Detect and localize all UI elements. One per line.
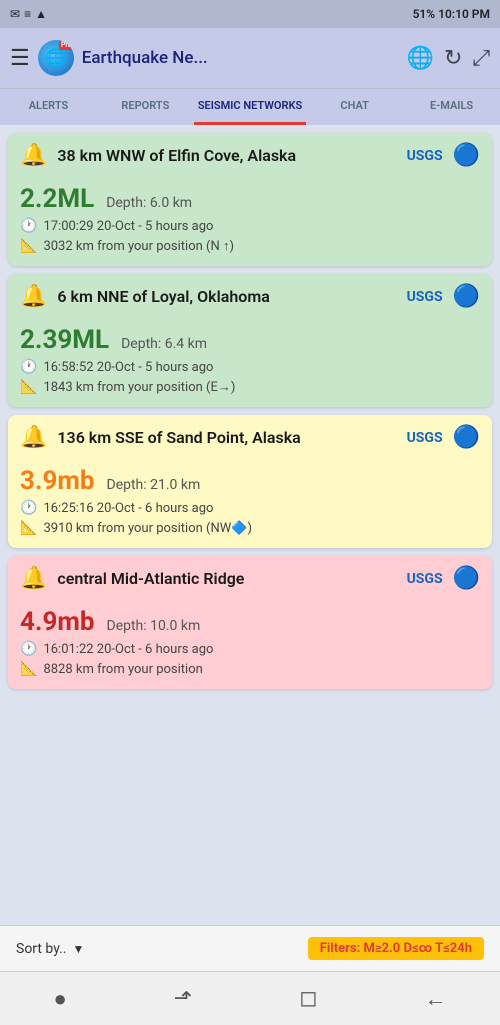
earthquake-source-1[interactable]: USGS [407, 148, 443, 164]
earthquake-card-1[interactable]: 🔔 38 km WNW of Elfin Cove, Alaska USGS 🔵… [8, 133, 492, 266]
depth-2: Depth: 6.4 km [121, 336, 207, 352]
share-button-3[interactable]: 🔵 [453, 425, 480, 450]
earthquake-source-2[interactable]: USGS [407, 289, 443, 305]
refresh-icon[interactable]: ↻ [444, 46, 462, 71]
magnitude-3: 3.9mb [20, 466, 95, 496]
depth-4: Depth: 10.0 km [107, 618, 201, 634]
header-action-icons: 🌐 ↻ ⤢ [407, 46, 490, 71]
sort-dropdown-icon[interactable]: ▼ [73, 942, 85, 956]
hamburger-menu-button[interactable]: ☰ [10, 46, 30, 71]
location-icon-1: 📐 [20, 238, 37, 254]
menu-status-icon: ≡ [24, 7, 31, 21]
magnitude-1: 2.2ML [20, 184, 94, 214]
back-nav-icon[interactable]: ← [424, 986, 446, 1012]
app-title: Earthquake Ne... [82, 48, 399, 68]
earthquake-title-2: 6 km NNE of Loyal, Oklahoma [57, 287, 396, 306]
status-bar: ✉ ≡ ▲ 51% 10:10 PM [0, 0, 500, 28]
earthquake-source-3[interactable]: USGS [407, 430, 443, 446]
sort-selector[interactable]: Sort by.. ▼ [16, 941, 84, 957]
earthquake-title-3: 136 km SSE of Sand Point, Alaska [57, 428, 396, 447]
status-right: 51% 10:10 PM [413, 7, 490, 21]
earthquake-alert-icon-3: 🔔 [20, 425, 47, 450]
status-left-icons: ✉ ≡ ▲ [10, 7, 47, 21]
clock-icon-3: 🕐 [20, 500, 37, 516]
time-3: 16:25:16 20-Oct - 6 hours ago [43, 501, 213, 516]
distance-4: 8828 km from your position [43, 662, 202, 677]
sort-filter-bar: Sort by.. ▼ Filters: M≥2.0 D≤∞ T≤24h [0, 925, 500, 971]
battery-text: 51% 10:10 PM [413, 7, 490, 21]
magnitude-4: 4.9mb [20, 607, 95, 637]
share-button-1[interactable]: 🔵 [453, 143, 480, 168]
overview-nav-icon[interactable]: ◻ [299, 986, 317, 1011]
location-icon-3: 📐 [20, 520, 37, 536]
tab-seismic-networks[interactable]: SEISMIC NETWORKS [194, 89, 306, 125]
depth-1: Depth: 6.0 km [106, 195, 192, 211]
tab-alerts[interactable]: ALERTS [0, 89, 97, 125]
filter-badge[interactable]: Filters: M≥2.0 D≤∞ T≤24h [308, 937, 484, 960]
clock-icon-4: 🕐 [20, 641, 37, 657]
earthquake-source-4[interactable]: USGS [407, 571, 443, 587]
earthquake-card-4[interactable]: 🔔 central Mid-Atlantic Ridge USGS 🔵 4.9m… [8, 556, 492, 689]
filter-text-rest: D≤∞ T≤24h [400, 941, 472, 956]
earthquake-list: 🔔 38 km WNW of Elfin Cove, Alaska USGS 🔵… [0, 125, 500, 925]
location-icon-4: 📐 [20, 661, 37, 677]
sort-label: Sort by.. [16, 941, 67, 957]
earthquake-alert-icon-1: 🔔 [20, 143, 47, 168]
filter-text-prefix: Filters: M≥ [320, 941, 382, 956]
tab-chat[interactable]: CHAT [306, 89, 403, 125]
mail-icon: ✉ [10, 7, 20, 21]
nav-bar: ● ⬏ ◻ ← [0, 971, 500, 1025]
tab-reports[interactable]: REPORTS [97, 89, 194, 125]
expand-icon[interactable]: ⤢ [472, 46, 490, 71]
earthquake-alert-icon-4: 🔔 [20, 566, 47, 591]
tab-emails[interactable]: E-MAILS [403, 89, 500, 125]
location-icon-2: 📐 [20, 379, 37, 395]
home-nav-icon[interactable]: ● [54, 986, 67, 1012]
earthquake-card-2[interactable]: 🔔 6 km NNE of Loyal, Oklahoma USGS 🔵 2.3… [8, 274, 492, 407]
pro-badge: Pro [59, 40, 74, 50]
earthquake-title-1: 38 km WNW of Elfin Cove, Alaska [57, 146, 396, 165]
time-4: 16:01:22 20-Oct - 6 hours ago [43, 642, 213, 657]
recent-apps-nav-icon[interactable]: ⬏ [174, 986, 192, 1011]
globe-icon[interactable]: 🌐 [407, 46, 434, 71]
time-1: 17:00:29 20-Oct - 5 hours ago [43, 219, 213, 234]
distance-2: 1843 km from your position (E→) [43, 379, 235, 395]
clock-icon-1: 🕐 [20, 218, 37, 234]
distance-3: 3910 km from your position (NW🔷) [43, 521, 252, 536]
header: ☰ 🌐 Pro Earthquake Ne... 🌐 ↻ ⤢ [0, 28, 500, 88]
magnitude-2: 2.39ML [20, 325, 109, 355]
hamburger-icon: ☰ [10, 46, 30, 71]
share-button-2[interactable]: 🔵 [453, 284, 480, 309]
earthquake-alert-icon-2: 🔔 [20, 284, 47, 309]
app-logo: 🌐 Pro [38, 40, 74, 76]
signal-icon: ▲ [35, 7, 47, 21]
share-button-4[interactable]: 🔵 [453, 566, 480, 591]
tab-bar: ALERTS REPORTS SEISMIC NETWORKS CHAT E-M… [0, 88, 500, 125]
depth-3: Depth: 21.0 km [107, 477, 201, 493]
earthquake-title-4: central Mid-Atlantic Ridge [57, 569, 396, 588]
distance-1: 3032 km from your position (N ↑) [43, 238, 234, 254]
filter-magnitude: 2.0 [382, 941, 401, 956]
clock-icon-2: 🕐 [20, 359, 37, 375]
time-2: 16:58:52 20-Oct - 5 hours ago [43, 360, 213, 375]
earthquake-card-3[interactable]: 🔔 136 km SSE of Sand Point, Alaska USGS … [8, 415, 492, 548]
